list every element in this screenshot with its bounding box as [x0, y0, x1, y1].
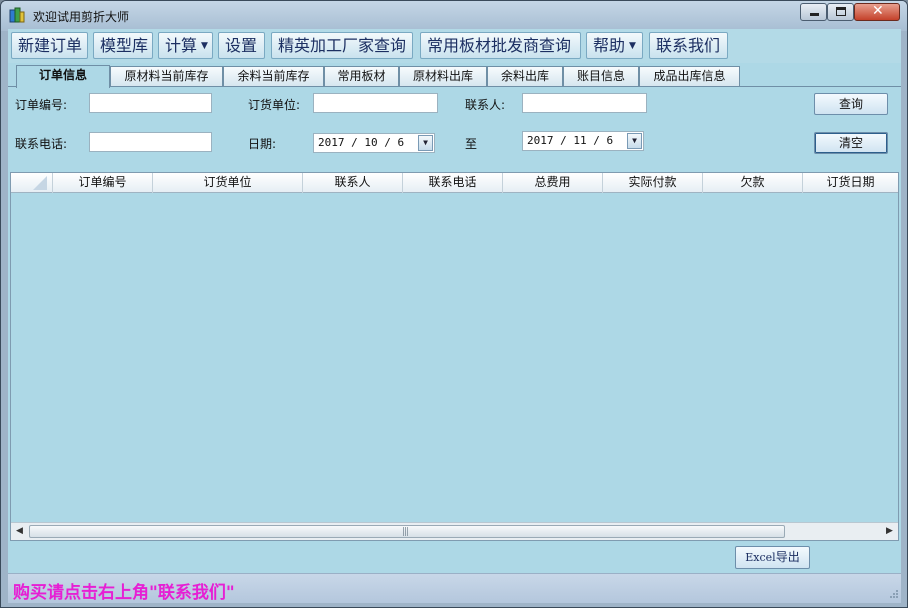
tab-remnant-outbound[interactable]: 余料出库 — [487, 66, 563, 86]
col-order-no[interactable]: 订单编号 — [53, 173, 153, 193]
client-area: 新建订单 模型库 计算 ▼ 设置 精英加工厂家查询 常用板材批发商查询 帮助 ▼ 联… — [8, 29, 901, 603]
menu-label: 精英加工厂家查询 — [278, 36, 407, 55]
close-button[interactable]: ✕ — [854, 3, 900, 21]
scrollbar-thumb[interactable]: ||| — [29, 525, 785, 538]
menu-label: 设置 — [225, 36, 258, 55]
clear-button[interactable]: 清空 — [814, 132, 888, 154]
export-suffix: 导出 — [775, 550, 800, 564]
date-to-label: 至 — [465, 137, 478, 151]
menu-new-order[interactable]: 新建订单 — [11, 32, 88, 59]
app-icon — [9, 7, 25, 23]
export-prefix: Excel — [745, 551, 776, 564]
scroll-right-icon[interactable]: ▶ — [881, 523, 898, 540]
menu-label: 新建订单 — [18, 36, 83, 55]
excel-export-button[interactable]: Excel导出 — [735, 546, 810, 569]
col-contact[interactable]: 联系人 — [303, 173, 403, 193]
order-no-label: 订单编号: — [15, 98, 68, 112]
date-to-picker[interactable]: 2017 / 11 / 6 ▼ — [522, 131, 644, 151]
dropdown-arrow-icon: ▼ — [629, 41, 636, 51]
menu-settings[interactable]: 设置 — [218, 32, 265, 59]
calendar-dropdown-icon[interactable]: ▼ — [627, 133, 642, 149]
menu-calculate[interactable]: 计算 ▼ — [158, 32, 213, 59]
minimize-button[interactable] — [800, 3, 827, 21]
close-icon: ✕ — [872, 3, 884, 19]
dropdown-arrow-icon: ▼ — [201, 41, 208, 51]
window-title: 欢迎试用剪折大师 — [33, 10, 130, 24]
customer-input[interactable] — [313, 93, 438, 113]
date-from-value: 2017 / 10 / 6 — [318, 136, 405, 149]
maximize-icon — [836, 7, 846, 16]
tab-order-info[interactable]: 订单信息 — [16, 65, 110, 88]
calendar-dropdown-icon[interactable]: ▼ — [418, 135, 433, 151]
date-to-value: 2017 / 11 / 6 — [527, 134, 614, 147]
maximize-button[interactable] — [827, 3, 854, 21]
select-all-icon — [33, 176, 47, 190]
tab-raw-stock[interactable]: 原材料当前库存 — [110, 66, 223, 86]
scroll-left-icon[interactable]: ◀ — [11, 523, 28, 540]
minimize-icon — [810, 13, 819, 16]
menu-model-library[interactable]: 模型库 — [93, 32, 153, 59]
col-customer[interactable]: 订货单位 — [153, 173, 303, 193]
date-from-picker[interactable]: 2017 / 10 / 6 ▼ — [313, 133, 435, 153]
menu-label: 模型库 — [100, 36, 149, 55]
app-window: 欢迎试用剪折大师 ✕ 新建订单 模型库 计算 ▼ 设置 精英加工厂家查询 常用板材… — [0, 0, 908, 608]
select-all-cell[interactable] — [11, 173, 53, 193]
menu-contact-us[interactable]: 联系我们 — [649, 32, 728, 59]
resize-grip-icon[interactable] — [887, 589, 899, 601]
menu-label: 常用板材批发商查询 — [427, 36, 572, 55]
menu-label: 帮助 — [593, 36, 626, 55]
col-phone[interactable]: 联系电话 — [403, 173, 503, 193]
phone-label: 联系电话: — [15, 137, 68, 151]
menu-label: 联系我们 — [656, 36, 721, 55]
menu-bar: 新建订单 模型库 计算 ▼ 设置 精英加工厂家查询 常用板材批发商查询 帮助 ▼ 联… — [8, 29, 901, 63]
menu-help[interactable]: 帮助 ▼ — [586, 32, 643, 59]
tab-strip: 订单信息 原材料当前库存 余料当前库存 常用板材 原材料出库 余料出库 账目信息… — [8, 65, 901, 88]
order-no-input[interactable] — [89, 93, 212, 113]
tab-raw-outbound[interactable]: 原材料出库 — [399, 66, 487, 86]
menu-label: 计算 — [165, 36, 198, 55]
grip-icon: ||| — [402, 527, 409, 537]
contact-input[interactable] — [522, 93, 647, 113]
tab-accounts[interactable]: 账目信息 — [563, 66, 639, 86]
col-actual-paid[interactable]: 实际付款 — [603, 173, 703, 193]
col-order-date[interactable]: 订货日期 — [803, 173, 898, 193]
title-bar[interactable]: 欢迎试用剪折大师 ✕ — [1, 1, 907, 29]
status-bar: 购买请点击右上角"联系我们" — [8, 573, 901, 603]
menu-wholesaler-search[interactable]: 常用板材批发商查询 — [420, 32, 581, 59]
query-button[interactable]: 查询 — [814, 93, 888, 115]
tab-common-boards[interactable]: 常用板材 — [324, 66, 399, 86]
col-arrears[interactable]: 欠款 — [703, 173, 803, 193]
status-message: 购买请点击右上角"联系我们" — [13, 583, 235, 603]
contact-label: 联系人: — [465, 98, 506, 112]
customer-label: 订货单位: — [248, 98, 301, 112]
date-label: 日期: — [248, 137, 277, 151]
phone-input[interactable] — [89, 132, 212, 152]
tab-remnant-stock[interactable]: 余料当前库存 — [223, 66, 324, 86]
horizontal-scrollbar[interactable]: ◀ ||| ▶ — [11, 522, 898, 540]
order-grid[interactable]: 订单编号 订货单位 联系人 联系电话 总费用 实际付款 欠款 订货日期 ◀ ||… — [10, 172, 899, 541]
menu-factory-search[interactable]: 精英加工厂家查询 — [271, 32, 413, 59]
grid-header: 订单编号 订货单位 联系人 联系电话 总费用 实际付款 欠款 订货日期 — [11, 173, 898, 193]
tab-product-outbound[interactable]: 成品出库信息 — [639, 66, 740, 86]
col-total-cost[interactable]: 总费用 — [503, 173, 603, 193]
